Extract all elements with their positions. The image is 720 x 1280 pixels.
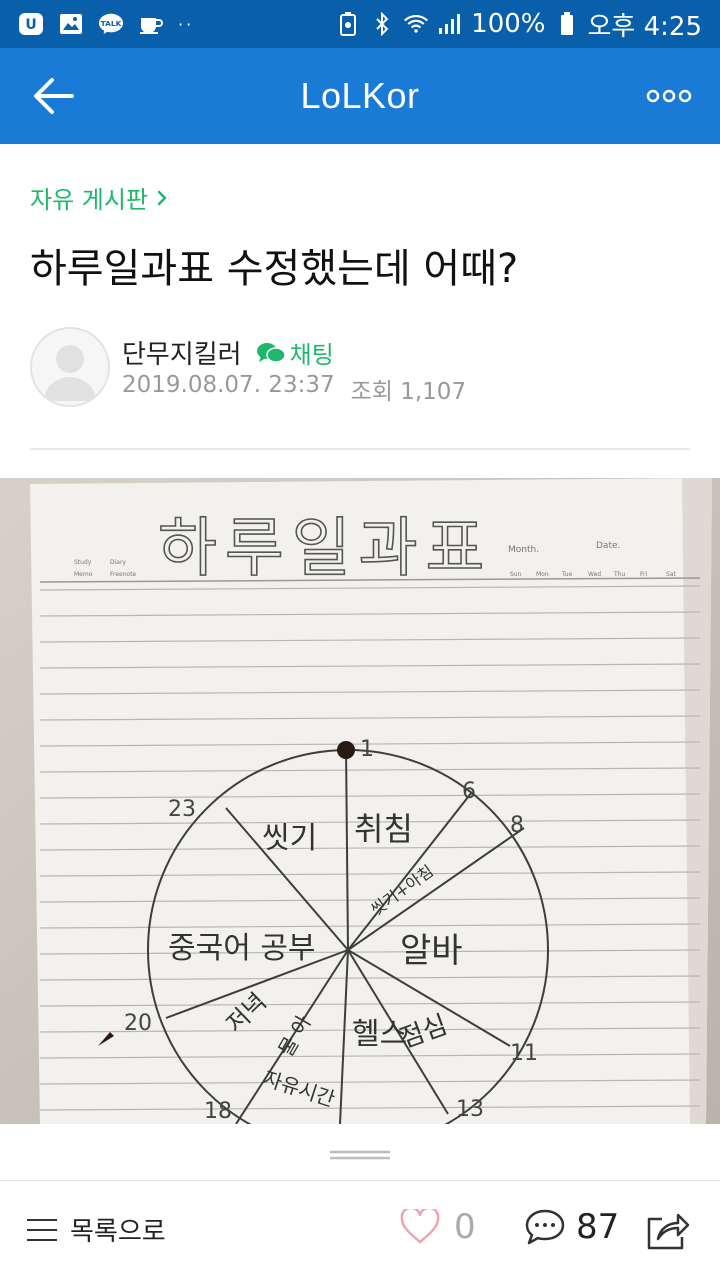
- comment-count: 87: [576, 1207, 620, 1247]
- hour-8: 8: [510, 813, 524, 838]
- weekday-thu: Thu: [613, 571, 625, 578]
- weekday-sun: Sun: [510, 571, 522, 578]
- handle-lines-icon: [330, 1150, 390, 1160]
- board-link[interactable]: 자유 게시판: [30, 180, 168, 215]
- back-arrow-icon: [34, 78, 74, 114]
- board-name: 자유 게시판: [30, 186, 149, 214]
- comment-bubble-icon: [525, 1209, 565, 1245]
- checkbox-study: Study: [74, 559, 92, 566]
- hour-18: 18: [204, 1099, 232, 1124]
- hour-20: 20: [124, 1011, 152, 1036]
- author-name[interactable]: 단무지킬러: [122, 334, 242, 371]
- views-value: 1,107: [400, 379, 467, 405]
- hour-11: 11: [510, 1041, 538, 1066]
- month-label: Month.: [508, 545, 539, 555]
- back-to-list-button[interactable]: 목록으로: [26, 1211, 166, 1248]
- status-bar: U TALK ·· 100% 오후 4:25: [0, 0, 720, 48]
- bluetooth-icon: [369, 12, 395, 36]
- header-divider: [30, 448, 690, 450]
- avatar[interactable]: [30, 327, 110, 407]
- views-label: 조회: [350, 379, 393, 405]
- comment-button[interactable]: 87: [524, 1207, 619, 1247]
- more-options-button[interactable]: [646, 82, 692, 110]
- chat-button[interactable]: 채팅: [256, 335, 334, 370]
- chat-bubbles-icon: [256, 342, 286, 363]
- weekday-mon: Mon: [536, 571, 549, 578]
- hour-23: 23: [168, 797, 196, 822]
- menu-list-icon: [27, 1218, 57, 1241]
- hour-6: 6: [462, 779, 476, 804]
- list-label: 목록으로: [70, 1217, 166, 1247]
- back-button[interactable]: [30, 74, 78, 118]
- segment-chinese-study: 중국어 공부: [168, 931, 316, 966]
- post-image[interactable]: Month. Date. Study Diary Memo Freenote S…: [0, 478, 720, 1124]
- segment-gym: 헬스: [352, 1017, 407, 1052]
- chat-label: 채팅: [289, 341, 334, 369]
- svg-text:TALK: TALK: [101, 19, 122, 28]
- daily-schedule-photo: Month. Date. Study Diary Memo Freenote S…: [0, 478, 720, 1124]
- battery-percent: 100%: [471, 9, 546, 39]
- segment-parttime: 알바: [400, 931, 463, 971]
- battery-saver-icon: [335, 12, 361, 36]
- more-notifications: ··: [178, 14, 195, 34]
- share-button[interactable]: [646, 1209, 690, 1251]
- app-bar: LoLKor: [0, 48, 720, 144]
- app-title: LoLKor: [300, 75, 420, 116]
- svg-text:U: U: [25, 17, 36, 33]
- weekday-tue: Tue: [561, 571, 573, 578]
- post-title: 하루일과표 수정했는데 어때?: [30, 246, 519, 292]
- view-count: 조회 1,107: [351, 372, 467, 406]
- hour-13: 13: [456, 1097, 484, 1122]
- weekday-fri: Fri: [640, 571, 647, 578]
- like-button[interactable]: 0: [400, 1207, 476, 1247]
- clock: 오후 4:25: [587, 11, 703, 42]
- signal-icon: [437, 12, 463, 36]
- weekday-wed: Wed: [588, 571, 601, 578]
- cup-icon: [138, 12, 164, 36]
- hour-1: 1: [360, 737, 374, 762]
- talk-icon: TALK: [98, 12, 124, 36]
- post-meta: 2019.08.07. 23:37 조회 1,107: [122, 372, 466, 406]
- segment-wash: 씻기: [262, 821, 317, 856]
- post-date: 2019.08.07. 23:37: [122, 372, 335, 398]
- wifi-icon: [403, 12, 429, 36]
- checkbox-freenote: Freenote: [110, 571, 137, 578]
- app-notification-icon: U: [18, 12, 44, 36]
- drag-handle[interactable]: [330, 1146, 390, 1160]
- date-label: Date.: [596, 541, 620, 551]
- sheet-title: 하루일과표: [158, 512, 492, 586]
- heart-icon: [400, 1209, 440, 1244]
- weekday-sat: Sat: [666, 571, 676, 578]
- checkbox-diary: Diary: [110, 559, 126, 566]
- default-avatar-icon: [44, 345, 96, 401]
- share-icon: [647, 1213, 690, 1250]
- checkbox-memo: Memo: [74, 571, 93, 578]
- battery-icon: [554, 12, 580, 36]
- like-count: 0: [454, 1207, 476, 1247]
- chevron-right-icon: [157, 190, 167, 205]
- gallery-icon: [58, 12, 84, 36]
- segment-sleep: 취침: [354, 810, 413, 848]
- bottom-toolbar: 목록으로 0 87: [0, 1181, 720, 1280]
- more-dots-icon: [646, 89, 692, 103]
- author-row: 단무지킬러 채팅: [122, 334, 334, 371]
